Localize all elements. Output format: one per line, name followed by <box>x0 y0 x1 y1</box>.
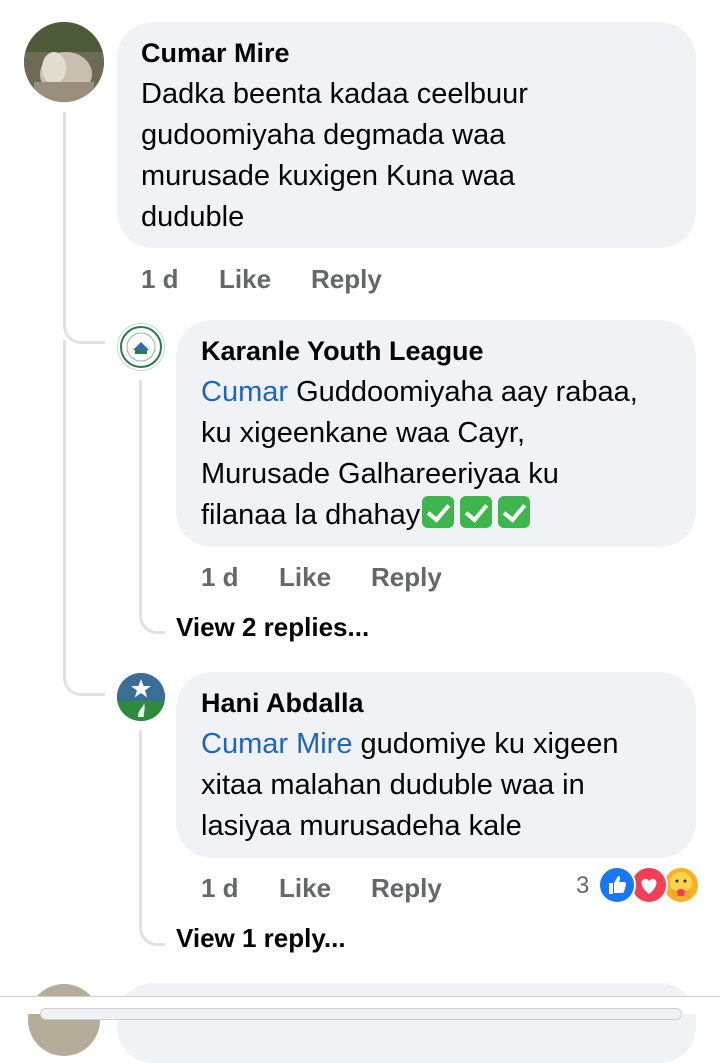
comment-text-line: Dadka beenta kadaa ceelbuur <box>141 78 528 110</box>
comment-text-line: Cumar Guddoomiyaha aay rabaa, <box>201 372 638 413</box>
thread-connector-1 <box>63 310 105 344</box>
thread-connector-reply-2 <box>139 912 165 946</box>
thread-line-main <box>63 112 66 327</box>
comment-composer-input[interactable] <box>40 1008 682 1020</box>
reaction-count: 3 <box>576 872 590 899</box>
comment-text: Cumar Mire gudomiye ku xigeen xitaa mala… <box>201 724 618 847</box>
view-replies-link[interactable]: View 1 reply... <box>176 923 346 954</box>
thread-line-main-2 <box>63 340 66 680</box>
comment-text-fragment: Guddoomiyaha aay rabaa, <box>288 376 638 408</box>
reply-button[interactable]: Reply <box>311 264 382 295</box>
avatar[interactable] <box>24 22 104 102</box>
timestamp[interactable]: 1 d <box>201 562 239 593</box>
thread-line-reply-2 <box>139 730 142 920</box>
timestamp[interactable]: 1 d <box>201 873 239 904</box>
check-mark-icon <box>422 496 455 528</box>
comment-author[interactable]: Karanle Youth League <box>201 336 484 367</box>
like-button[interactable]: Like <box>219 264 271 295</box>
comment-text-line: filanaa la dhahay <box>201 495 638 536</box>
comment-text-line: ku xigeenkane waa Cayr, <box>201 417 526 449</box>
like-icon <box>598 866 636 904</box>
thread-line-reply-1 <box>139 380 142 608</box>
comment-text-fragment: filanaa la dhahay <box>201 499 421 531</box>
comment-text-line: duduble <box>141 201 245 233</box>
reply-button[interactable]: Reply <box>371 873 442 904</box>
organization-logo-icon <box>120 326 162 368</box>
like-button[interactable]: Like <box>279 562 331 593</box>
like-button[interactable]: Like <box>279 873 331 904</box>
comment-text-line: lasiyaa murusadeha kale <box>201 810 522 842</box>
comment-text: Dadka beenta kadaa ceelbuur gudoomiyaha … <box>141 74 528 238</box>
view-replies-link[interactable]: View 2 replies... <box>176 612 369 643</box>
avatar[interactable] <box>117 673 165 721</box>
comment-author[interactable]: Cumar Mire <box>141 38 290 69</box>
comment-author[interactable]: Hani Abdalla <box>201 688 364 719</box>
avatar[interactable] <box>28 984 100 1056</box>
comment-text-line: murusade kuxigen Kuna waa <box>141 160 516 192</box>
reply-button[interactable]: Reply <box>371 562 442 593</box>
comment-text-line: Murusade Galhareeriyaa ku <box>201 458 559 490</box>
comment-text-line: xitaa malahan duduble waa in <box>201 769 585 801</box>
comment-text-fragment: gudomiye ku xigeen <box>352 728 619 760</box>
check-mark-icon <box>498 496 531 528</box>
comment-text: Cumar Guddoomiyaha aay rabaa, ku xigeenk… <box>201 372 638 536</box>
thread-connector-2 <box>63 662 105 696</box>
profile-photo-icon <box>117 673 165 721</box>
mention-link[interactable]: Cumar <box>201 376 288 408</box>
avatar[interactable] <box>117 323 165 371</box>
comment-bubble[interactable] <box>117 983 696 1063</box>
comment-text-line: Cumar Mire gudomiye ku xigeen <box>201 724 618 765</box>
comment-text-line: gudoomiyaha degmada waa <box>141 119 506 151</box>
thread-connector-reply-1 <box>139 600 165 634</box>
timestamp[interactable]: 1 d <box>141 264 179 295</box>
reaction-summary[interactable]: 3 <box>576 866 700 906</box>
mention-link[interactable]: Cumar Mire <box>201 728 352 760</box>
check-mark-icon <box>460 496 493 528</box>
profile-photo-icon <box>24 22 104 102</box>
